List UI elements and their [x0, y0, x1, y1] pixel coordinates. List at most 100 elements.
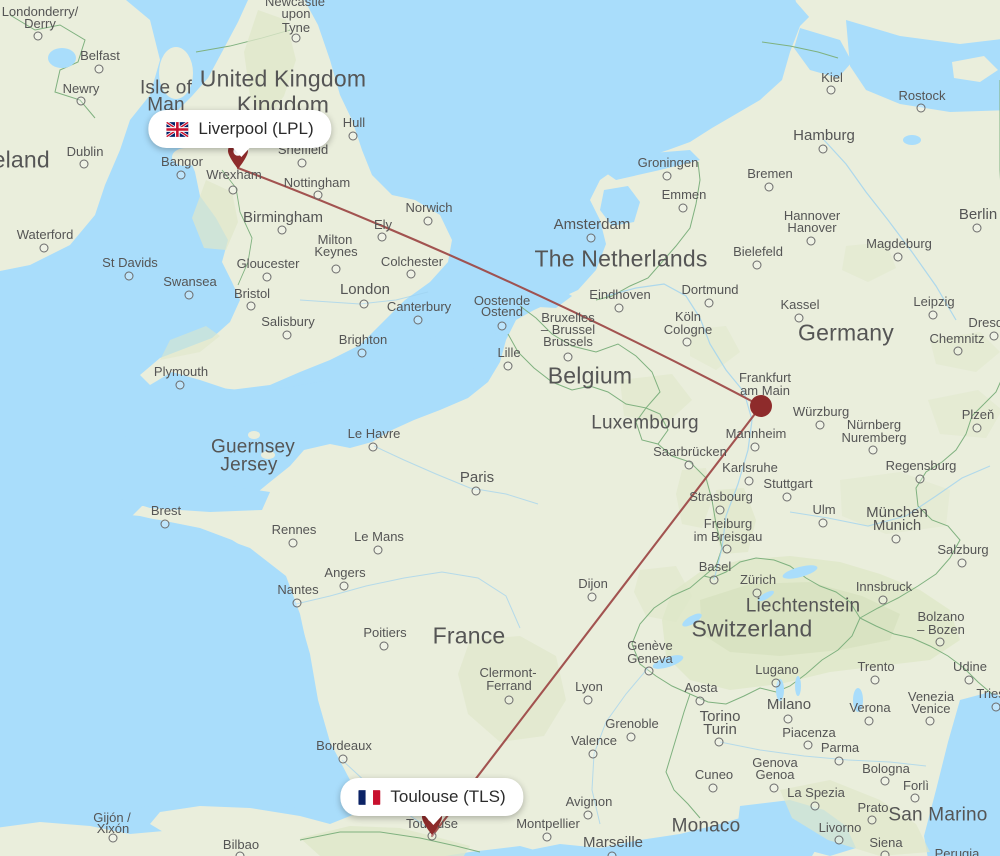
- city-dot: [33, 31, 43, 41]
- city-dot: [752, 588, 762, 598]
- city-dot: [826, 85, 836, 95]
- city-dot: [359, 299, 369, 309]
- city-dot: [406, 269, 416, 279]
- city-dot: [925, 716, 935, 726]
- city-dot: [357, 348, 367, 358]
- city-dot: [915, 474, 925, 484]
- lake-lough-neagh: [48, 48, 76, 68]
- city-dot: [916, 103, 926, 113]
- city-dot: [682, 337, 692, 347]
- city-dot: [709, 575, 719, 585]
- city-dot: [291, 33, 301, 43]
- city-dot: [803, 740, 813, 750]
- city-dot: [368, 442, 378, 452]
- city-dot: [714, 737, 724, 747]
- city-dot: [752, 260, 762, 270]
- flag-icon-fr: [358, 789, 381, 805]
- city-dot: [806, 236, 816, 246]
- city-dot: [704, 298, 714, 308]
- airport-label-text: Liverpool (LPL): [198, 119, 314, 138]
- city-dot: [910, 793, 920, 803]
- city-dot: [864, 716, 874, 726]
- city-dot: [662, 171, 672, 181]
- landmass-anglesey: [172, 148, 200, 166]
- city-dot: [79, 159, 89, 169]
- city-dot: [771, 678, 781, 688]
- city-dot: [867, 815, 877, 825]
- city-dot: [972, 223, 982, 233]
- city-dot: [880, 850, 890, 856]
- landmass-guernsey: [248, 431, 260, 439]
- city-dot: [870, 675, 880, 685]
- city-dot: [964, 675, 974, 685]
- flag-icon-gb: [166, 121, 189, 137]
- airport-label-bubble-toulouse[interactable]: Toulouse (TLS): [340, 778, 524, 825]
- city-dot: [868, 445, 878, 455]
- city-dot: [695, 696, 705, 706]
- city-dot: [497, 321, 507, 331]
- airport-label-bubble-liverpool[interactable]: Liverpool (LPL): [148, 110, 332, 157]
- city-dot: [423, 216, 433, 226]
- city-dot: [588, 749, 598, 759]
- flag-icon: [358, 789, 381, 805]
- city-dot: [957, 558, 967, 568]
- city-dot: [782, 492, 792, 502]
- city-dot: [338, 754, 348, 764]
- city-dot: [504, 695, 514, 705]
- city-dot: [503, 361, 513, 371]
- city-dot: [607, 851, 617, 856]
- city-dot: [708, 783, 718, 793]
- city-dot: [764, 182, 774, 192]
- city-dot: [715, 505, 725, 515]
- city-dot: [928, 310, 938, 320]
- city-dot: [783, 714, 793, 724]
- city-dot: [108, 833, 118, 843]
- city-dot: [94, 64, 104, 74]
- city-dot: [614, 303, 624, 313]
- city-dot: [76, 96, 86, 106]
- airport-label-text: Toulouse (TLS): [390, 787, 506, 806]
- city-dot: [175, 380, 185, 390]
- landmass-isle-of-man: [159, 47, 193, 99]
- lake-mueritz: [903, 135, 921, 145]
- city-dot: [878, 595, 888, 605]
- city-dot: [228, 185, 238, 195]
- flag-icon: [166, 121, 189, 137]
- route-waypoint-marker[interactable]: [750, 395, 772, 417]
- city-dot: [893, 252, 903, 262]
- city-dot: [587, 592, 597, 602]
- lake-ijssel: [602, 189, 634, 223]
- city-dot: [160, 519, 170, 529]
- city-dot: [39, 243, 49, 253]
- lake-garda: [853, 688, 863, 712]
- city-dot: [262, 272, 272, 282]
- city-dot: [989, 331, 999, 341]
- city-dot: [313, 190, 323, 200]
- city-dot: [586, 233, 596, 243]
- city-dot: [834, 756, 844, 766]
- city-dot: [750, 442, 760, 452]
- city-dot: [794, 313, 804, 323]
- city-dot: [277, 225, 287, 235]
- city-dot: [348, 131, 358, 141]
- city-dot: [282, 330, 292, 340]
- city-dot: [644, 666, 654, 676]
- city-dot: [184, 290, 194, 300]
- city-dot: [935, 637, 945, 647]
- city-dot: [722, 544, 732, 554]
- city-dot: [176, 170, 186, 180]
- city-dot: [124, 271, 134, 281]
- city-dot: [818, 518, 828, 528]
- city-dot: [377, 232, 387, 242]
- city-dot: [471, 486, 481, 496]
- city-dot: [339, 581, 349, 591]
- city-dot: [834, 835, 844, 845]
- city-dot: [991, 702, 1000, 712]
- city-dot: [379, 641, 389, 651]
- city-dot: [880, 776, 890, 786]
- city-dot: [292, 598, 302, 608]
- city-dot: [413, 315, 423, 325]
- route-map[interactable]: Londonderry/Derry Belfast Newry Dublin Water…: [0, 0, 1000, 856]
- city-dot: [815, 420, 825, 430]
- city-dot: [542, 832, 552, 842]
